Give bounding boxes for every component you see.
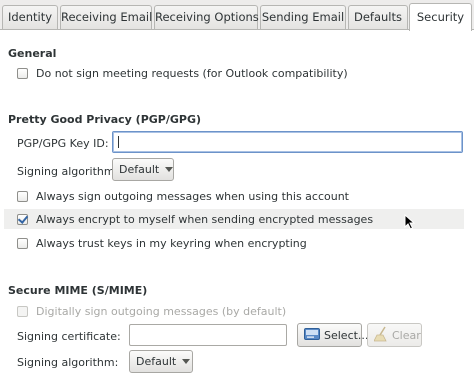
pgp-section-title: Pretty Good Privacy (PGP/GPG) <box>8 113 202 126</box>
always-sign-checkbox[interactable] <box>17 191 28 202</box>
text-caret <box>118 136 119 148</box>
smime-signing-algorithm-label: Signing algorithm: <box>17 356 119 369</box>
always-sign-option[interactable]: Always sign outgoing messages when using… <box>17 190 349 203</box>
tab-receiving-options[interactable]: Receiving Options <box>154 5 259 29</box>
clear-certificate-button: Clear <box>367 323 422 347</box>
select-button-label: Select... <box>324 328 369 342</box>
tab-bar: Identity Receiving Email Receiving Optio… <box>0 0 474 31</box>
always-encrypt-label: Always encrypt to myself when sending en… <box>36 213 374 226</box>
sign-meeting-requests-checkbox[interactable] <box>17 68 28 79</box>
tab-sending-email[interactable]: Sending Email <box>260 5 346 29</box>
signing-certificate-input[interactable] <box>129 324 287 346</box>
pgp-key-id-input[interactable] <box>112 131 463 153</box>
always-encrypt-checkbox[interactable] <box>17 214 28 225</box>
sign-meeting-requests-option[interactable]: Do not sign meeting requests (for Outloo… <box>17 67 348 80</box>
tab-receiving-email[interactable]: Receiving Email <box>60 5 152 29</box>
digitally-sign-label: Digitally sign outgoing messages (by def… <box>36 305 287 318</box>
signing-certificate-label: Signing certificate: <box>17 330 121 343</box>
tab-security[interactable]: Security <box>409 3 472 31</box>
chevron-down-icon <box>182 359 191 364</box>
always-trust-option[interactable]: Always trust keys in my keyring when enc… <box>17 237 307 250</box>
always-encrypt-option[interactable]: Always encrypt to myself when sending en… <box>17 213 373 226</box>
pgp-key-id-label: PGP/GPG Key ID: <box>17 137 109 150</box>
pgp-signing-algorithm-select[interactable]: Default <box>112 158 174 181</box>
sign-meeting-requests-label: Do not sign meeting requests (for Outloo… <box>36 67 348 80</box>
tab-identity[interactable]: Identity <box>2 5 58 29</box>
smime-section-title: Secure MIME (S/MIME) <box>8 284 148 297</box>
smime-signing-algorithm-select[interactable]: Default <box>129 350 193 373</box>
certificate-card-icon <box>304 327 320 343</box>
tab-defaults[interactable]: Defaults <box>348 5 408 29</box>
clear-button-label: Clear <box>392 328 421 342</box>
digitally-sign-checkbox <box>17 306 28 317</box>
smime-signing-algorithm-value: Default <box>136 355 177 368</box>
always-trust-checkbox[interactable] <box>17 238 28 249</box>
chevron-down-icon <box>165 167 174 172</box>
broom-clear-icon <box>373 326 388 345</box>
always-trust-label: Always trust keys in my keyring when enc… <box>36 237 307 250</box>
digitally-sign-option: Digitally sign outgoing messages (by def… <box>17 305 286 318</box>
select-certificate-button[interactable]: Select... <box>297 323 368 347</box>
general-section-title: General <box>8 47 57 60</box>
mouse-pointer-icon <box>404 213 416 233</box>
pgp-signing-algorithm-value: Default <box>119 163 160 176</box>
always-sign-label: Always sign outgoing messages when using… <box>36 190 349 203</box>
pgp-signing-algorithm-label: Signing algorithm: <box>17 165 119 178</box>
